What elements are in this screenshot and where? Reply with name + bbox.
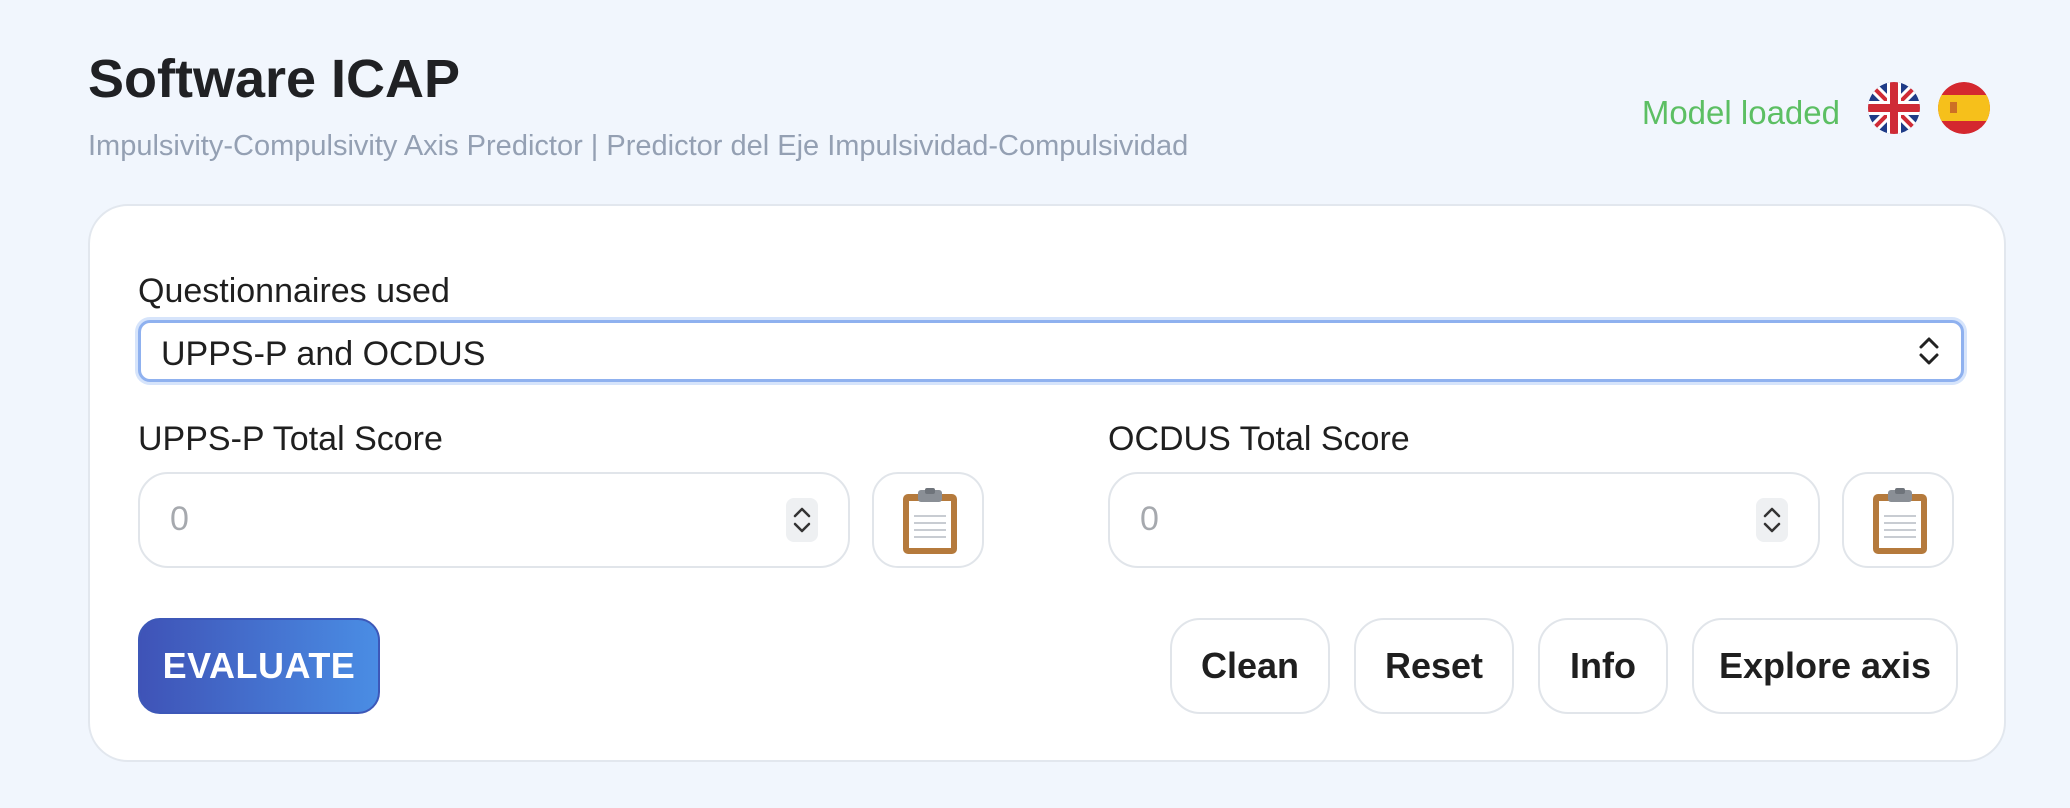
stepper-updown-icon <box>793 507 811 533</box>
select-updown-icon <box>1919 337 1939 365</box>
clipboard-icon <box>903 488 957 554</box>
page-subtitle: Impulsivity-Compulsivity Axis Predictor … <box>88 130 1189 162</box>
stepper-updown-icon <box>1763 507 1781 533</box>
upps-paste-button[interactable] <box>872 472 984 568</box>
ocdus-score-label: OCDUS Total Score <box>1108 420 1410 458</box>
predictor-form-card: Questionnaires used UPPS-P and OCDUS UPP… <box>88 204 2006 762</box>
upps-score-stepper[interactable] <box>786 498 818 542</box>
upps-score-placeholder: 0 <box>170 500 189 538</box>
info-button[interactable]: Info <box>1538 618 1668 714</box>
spain-flag-icon[interactable] <box>1938 82 1990 134</box>
questionnaire-select[interactable]: UPPS-P and OCDUS <box>138 320 1964 382</box>
ocdus-score-stepper[interactable] <box>1756 498 1788 542</box>
model-status-text: Model loaded <box>1641 94 1840 131</box>
ocdus-paste-button[interactable] <box>1842 472 1954 568</box>
clipboard-icon <box>1873 488 1927 554</box>
upps-score-input[interactable]: 0 <box>138 472 850 568</box>
evaluate-button[interactable]: EVALUATE <box>138 618 380 714</box>
reset-button[interactable]: Reset <box>1354 618 1514 714</box>
ocdus-score-placeholder: 0 <box>1140 500 1159 538</box>
upps-score-label: UPPS-P Total Score <box>138 420 443 458</box>
uk-flag-icon[interactable] <box>1868 82 1920 134</box>
ocdus-score-input[interactable]: 0 <box>1108 472 1820 568</box>
page-header: Software ICAP Impulsivity-Compulsivity A… <box>88 48 2008 178</box>
questionnaire-label: Questionnaires used <box>138 272 450 310</box>
explore-axis-button[interactable]: Explore axis <box>1692 618 1958 714</box>
clean-button[interactable]: Clean <box>1170 618 1330 714</box>
questionnaire-selected-value: UPPS-P and OCDUS <box>161 335 486 373</box>
page-title: Software ICAP <box>88 49 461 109</box>
